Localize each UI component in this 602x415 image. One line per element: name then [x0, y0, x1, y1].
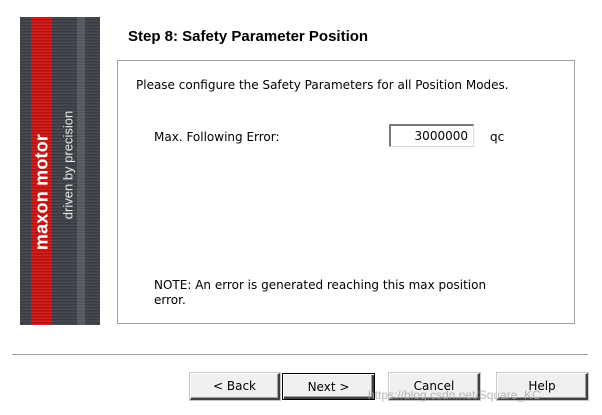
note-text: NOTE: An error is generated reaching thi… — [154, 278, 487, 307]
page-title: Step 8: Safety Parameter Position — [128, 28, 369, 45]
settings-panel: Please configure the Safety Parameters f… — [117, 60, 575, 324]
instruction-text: Please configure the Safety Parameters f… — [136, 78, 509, 92]
max-following-error-unit: qc — [490, 130, 505, 144]
watermark: https://blog.csdn.net/Square_KC — [368, 388, 541, 402]
footer-separator — [12, 354, 588, 356]
max-following-error-input[interactable] — [389, 124, 474, 147]
max-following-error-label: Max. Following Error: — [154, 130, 280, 144]
brand-grey-stripe — [77, 17, 85, 325]
brand-logo-text: maxon motor — [31, 133, 52, 251]
brand-tagline: driven by precision — [60, 110, 76, 220]
next-button[interactable]: Next > — [282, 373, 375, 400]
back-button[interactable]: < Back — [190, 373, 280, 400]
brand-banner: maxon motor driven by precision — [20, 17, 100, 325]
